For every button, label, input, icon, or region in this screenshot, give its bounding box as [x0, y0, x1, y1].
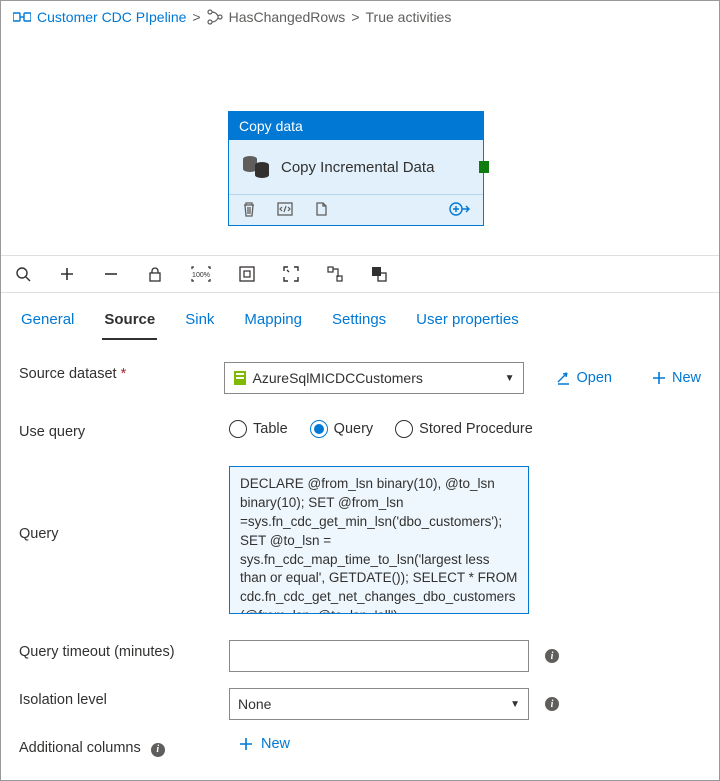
use-query-label: Use query [19, 420, 229, 440]
tab-user-properties[interactable]: User properties [414, 305, 521, 340]
tab-settings[interactable]: Settings [330, 305, 388, 340]
zoom-out-icon[interactable] [103, 266, 119, 282]
use-query-radio-group: Table Query Stored Procedure [229, 420, 533, 438]
activity-footer [229, 194, 483, 225]
chevron-down-icon: ▼ [510, 699, 520, 710]
tab-source[interactable]: Source [102, 305, 157, 340]
breadcrumb: Customer CDC PIpeline > HasChangedRows >… [1, 1, 719, 33]
isolation-level-value: None [238, 696, 510, 712]
chevron-down-icon: ▼ [505, 373, 515, 384]
minimap-icon[interactable] [371, 266, 387, 282]
query-timeout-input[interactable] [229, 640, 529, 672]
tab-general[interactable]: General [19, 305, 76, 340]
breadcrumb-mid: HasChangedRows [229, 9, 346, 25]
additional-columns-label: Additional columns i [19, 736, 229, 757]
source-dataset-label: Source dataset * [19, 362, 224, 382]
branch-icon [207, 9, 223, 25]
lock-icon[interactable] [147, 266, 163, 282]
tab-sink[interactable]: Sink [183, 305, 216, 340]
zoom-in-icon[interactable] [59, 266, 75, 282]
isolation-level-label: Isolation level [19, 688, 229, 708]
source-dataset-dropdown[interactable]: AzureSqlMICDCCustomers ▼ [224, 362, 524, 394]
breadcrumb-sep2: > [351, 9, 359, 25]
breadcrumb-leaf: True activities [366, 9, 452, 25]
radio-table[interactable]: Table [229, 420, 288, 438]
source-dataset-value: AzureSqlMICDCCustomers [253, 370, 505, 386]
auto-align-icon[interactable] [327, 266, 343, 282]
tab-mapping[interactable]: Mapping [242, 305, 304, 340]
activity-header: Copy data [229, 112, 483, 140]
query-label: Query [19, 466, 229, 542]
pipeline-icon [13, 10, 31, 24]
radio-query[interactable]: Query [310, 420, 374, 438]
info-icon[interactable]: i [151, 743, 165, 757]
query-textarea[interactable] [229, 466, 529, 614]
isolation-level-dropdown[interactable]: None ▼ [229, 688, 529, 720]
delete-icon[interactable] [241, 201, 257, 217]
source-form: Source dataset * AzureSqlMICDCCustomers … [1, 340, 719, 767]
new-dataset-button[interactable]: New [652, 370, 701, 386]
sql-dataset-icon [233, 370, 247, 386]
activity-card[interactable]: Copy data Copy Incremental Data [228, 111, 484, 226]
code-icon[interactable] [277, 201, 293, 217]
property-tabs: General Source Sink Mapping Settings Use… [1, 293, 719, 340]
add-column-button[interactable]: New [229, 736, 290, 752]
fit-icon[interactable] [239, 266, 255, 282]
open-dataset-button[interactable]: Open [556, 370, 612, 386]
add-output-icon[interactable] [449, 201, 471, 217]
activity-body: Copy Incremental Data [229, 140, 483, 194]
query-timeout-label: Query timeout (minutes) [19, 640, 229, 660]
search-icon[interactable] [15, 266, 31, 282]
zoom-reset-icon[interactable]: 100% [191, 266, 211, 282]
canvas-toolbar: 100% [1, 255, 719, 293]
radio-stored-procedure[interactable]: Stored Procedure [395, 420, 533, 438]
clone-icon[interactable] [313, 201, 329, 217]
info-icon[interactable]: i [545, 649, 559, 663]
success-handle[interactable] [479, 161, 489, 173]
info-icon[interactable]: i [545, 697, 559, 711]
svg-text:100%: 100% [192, 272, 210, 279]
design-canvas[interactable]: Copy data Copy Incremental Data [1, 33, 719, 255]
database-copy-icon [241, 154, 271, 180]
fullscreen-icon[interactable] [283, 266, 299, 282]
breadcrumb-sep: > [192, 9, 200, 25]
breadcrumb-root[interactable]: Customer CDC PIpeline [37, 9, 186, 25]
activity-title: Copy Incremental Data [281, 159, 434, 176]
